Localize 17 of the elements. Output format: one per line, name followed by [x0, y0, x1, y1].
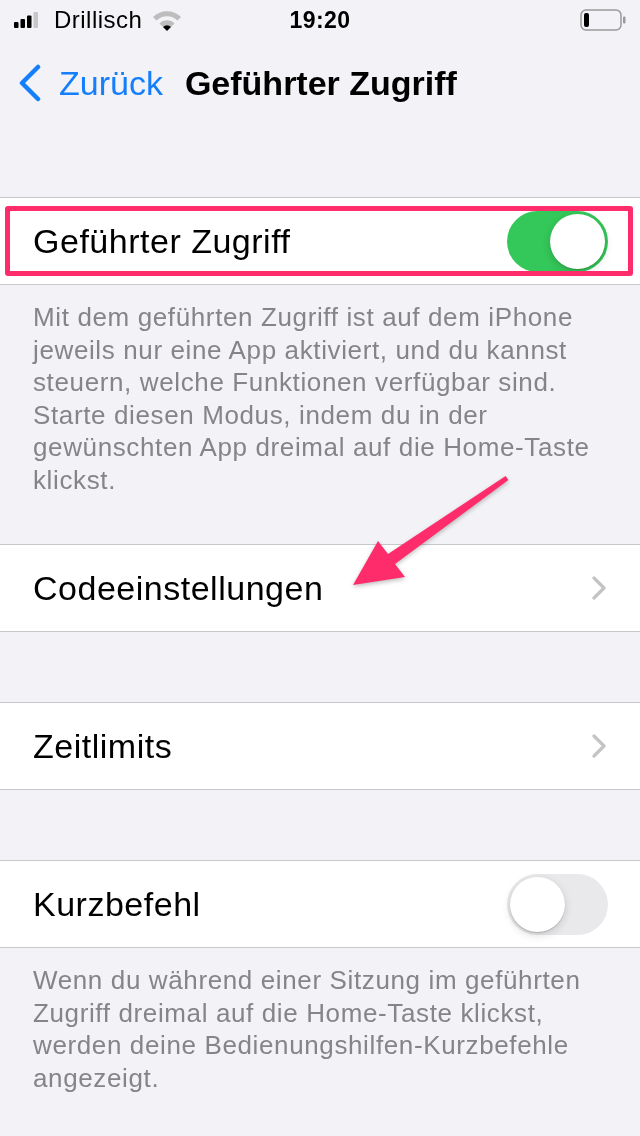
- carrier-name: Drillisch: [54, 5, 143, 35]
- chevron-left-icon: [18, 64, 42, 102]
- battery-icon: [580, 9, 626, 31]
- chevron-right-icon: [592, 734, 606, 758]
- row-label: Kurzbefehl: [33, 883, 201, 925]
- toggle-switch[interactable]: [507, 873, 608, 935]
- signal-icon: [14, 12, 38, 28]
- chevron-right-icon: [592, 576, 606, 600]
- settings-row[interactable]: Zeitlimits: [0, 703, 640, 789]
- page-title: Geführter Zugriff: [184, 62, 457, 104]
- section-footer-text: Mit dem geführten Zugriff ist auf dem iPhone jeweils nur eine App aktiviert, und du kannst steuern, welche Funktionen verfügbar sind. Starte diesen Modus, indem du in der gewünschten App dreimal auf die Home-Taste klickst.: [33, 301, 591, 496]
- section-footer-text: Wenn du während einer Sitzung im geführten Zugriff dreimal auf die Home-Taste klickst, werden deine Bedienungshilfen-Kurzbefehle angezeigt.: [33, 964, 582, 1094]
- row-label: Geführter Zugriff: [33, 220, 291, 262]
- status-time: 19:20: [289, 5, 351, 35]
- settings-row[interactable]: Codeeinstellungen: [0, 545, 640, 631]
- toggle-switch[interactable]: [507, 210, 608, 272]
- wifi-icon: [152, 9, 183, 31]
